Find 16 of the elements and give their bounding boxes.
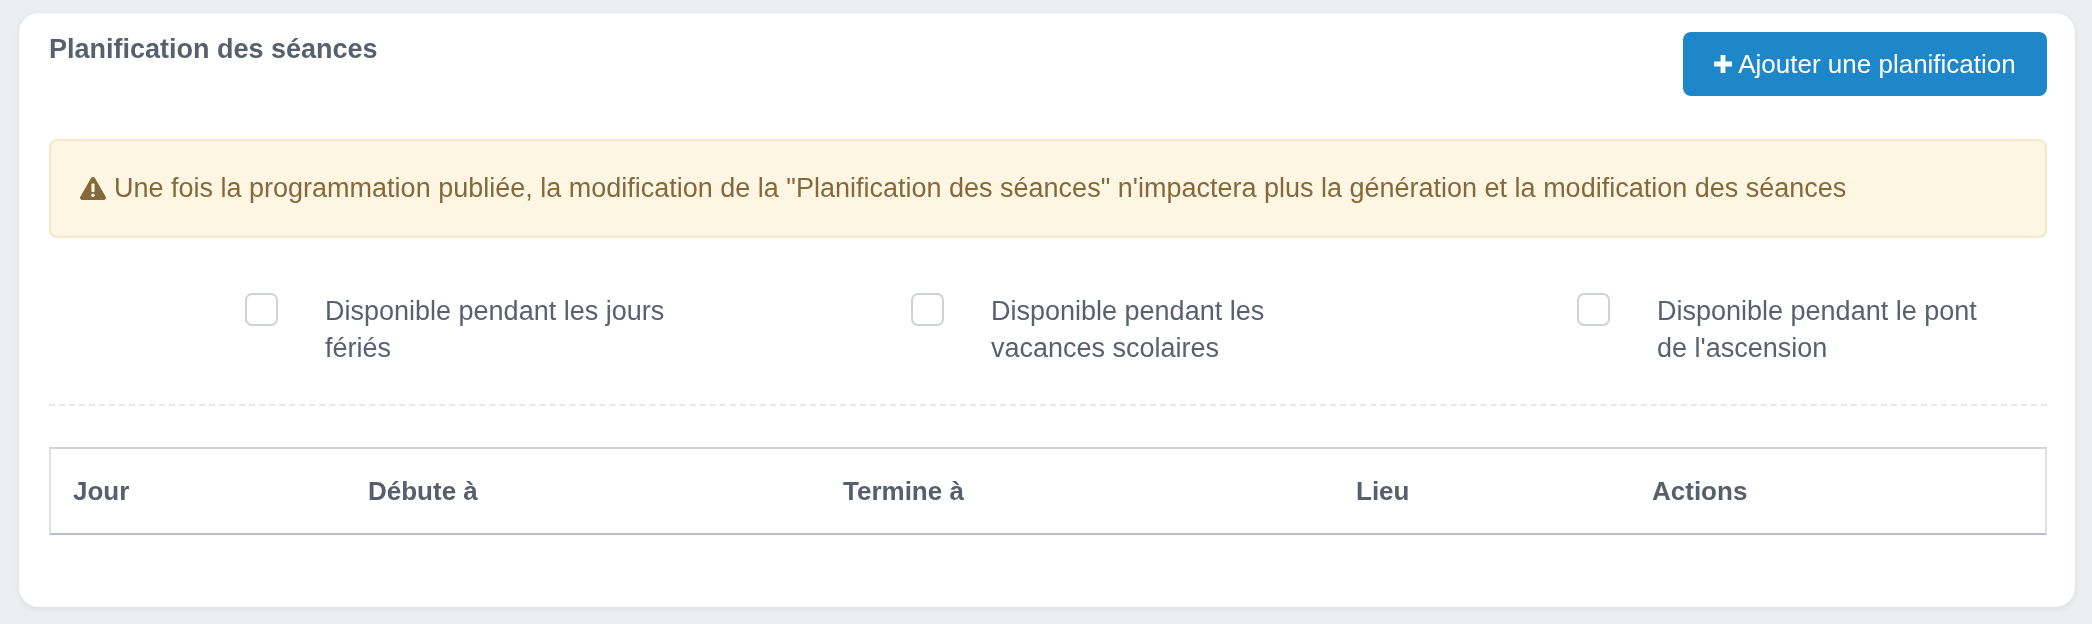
column-header: Jour [72, 475, 131, 507]
column-header: Débute à [367, 475, 479, 507]
warning-message: Une fois la programmation publiée, la modification de la "Planification des séances" n'impactera plus la génération et la modification des séances [114, 173, 1847, 204]
column-header: Actions [1651, 475, 1749, 507]
column-header: Termine à [842, 475, 965, 507]
checkbox-label: Disponible pendant le pont de l'ascension [1657, 295, 1978, 365]
plus-icon [1714, 55, 1733, 73]
checkbox[interactable] [1577, 293, 1610, 326]
checkbox-label: Disponible pendant les jours fériés [325, 295, 666, 365]
warning-icon [80, 177, 106, 200]
checkbox-label: Disponible pendant les vacances scolaires [991, 295, 1266, 365]
checkbox[interactable] [911, 293, 944, 326]
column-header: Lieu [1355, 475, 1411, 507]
checkbox[interactable] [245, 293, 278, 326]
section-title: Planification des séances [49, 34, 378, 64]
add-schedule-button[interactable]: Ajouter une planification [1683, 32, 2047, 96]
